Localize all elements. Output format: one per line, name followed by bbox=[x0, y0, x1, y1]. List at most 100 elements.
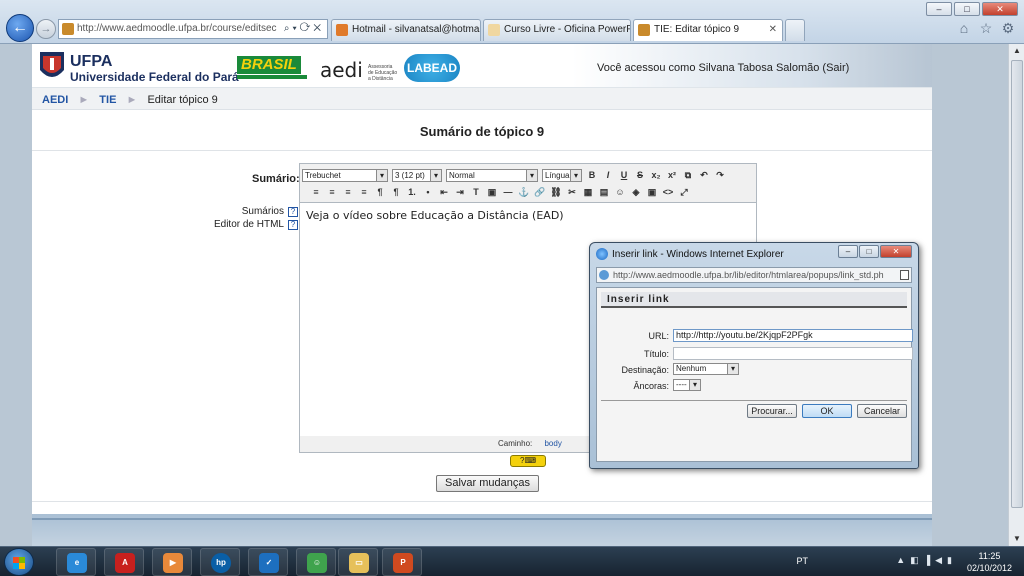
browser-icons: ⌂ ☆ ⚙ bbox=[956, 20, 1016, 36]
url-input[interactable]: http://http://youtu.be/2KjqpF2PFgk bbox=[673, 329, 913, 342]
ufpa-logo-text: UFPA bbox=[70, 53, 113, 70]
close-button[interactable]: ✕ bbox=[982, 2, 1018, 16]
justify-icon[interactable]: ≡ bbox=[358, 186, 370, 198]
style-select[interactable]: Normal bbox=[446, 168, 538, 182]
align-right-icon[interactable]: ≡ bbox=[342, 186, 354, 198]
scroll-down-icon[interactable]: ▼ bbox=[1010, 532, 1024, 546]
subscript-button[interactable]: x₂ bbox=[650, 169, 662, 181]
address-bar[interactable]: http://www.aedmoodle.ufpa.br/course/edit… bbox=[58, 19, 328, 39]
outdent-icon[interactable]: ⇤ bbox=[438, 186, 450, 198]
target-select[interactable]: Nenhum bbox=[673, 363, 739, 375]
align-left-icon[interactable]: ≡ bbox=[310, 186, 322, 198]
taskbar-avira[interactable]: A bbox=[104, 548, 144, 576]
taskbar-messenger[interactable]: ☺ bbox=[296, 548, 336, 576]
fullscreen-icon[interactable]: ⤢ bbox=[678, 186, 690, 198]
nolink-icon[interactable]: ✂ bbox=[566, 186, 578, 198]
size-select[interactable]: 3 (12 pt) bbox=[392, 168, 442, 182]
tab-curso-livre[interactable]: Curso Livre - Oficina PowerPoi... bbox=[483, 19, 631, 41]
safely-remove-icon[interactable]: ◧ bbox=[910, 555, 919, 566]
help-summaries-link[interactable]: Sumários bbox=[242, 206, 284, 217]
help-icon[interactable]: ? bbox=[288, 207, 298, 217]
strikethrough-button[interactable]: S bbox=[634, 169, 646, 181]
dialog-maximize-button[interactable]: □ bbox=[859, 245, 879, 258]
dialog-minimize-button[interactable]: – bbox=[838, 245, 858, 258]
help-icon[interactable]: ? bbox=[288, 220, 298, 230]
insert-image-icon[interactable]: ▦ bbox=[582, 186, 594, 198]
path-body-link[interactable]: body bbox=[544, 439, 561, 448]
taskbar-explorer[interactable]: ▭ bbox=[338, 548, 378, 576]
underline-button[interactable]: U bbox=[618, 169, 630, 181]
vertical-scrollbar[interactable]: ▲ ▼ bbox=[1008, 44, 1024, 546]
undo-icon[interactable]: ↶ bbox=[698, 169, 710, 181]
cancel-button[interactable]: Cancelar bbox=[857, 404, 907, 418]
text-color-icon[interactable]: T bbox=[470, 186, 482, 198]
taskbar-app[interactable]: ✓ bbox=[248, 548, 288, 576]
ok-button[interactable]: OK bbox=[802, 404, 852, 418]
clock-time: 11:25 bbox=[978, 551, 1001, 561]
maximize-button[interactable]: □ bbox=[954, 2, 980, 16]
gear-icon[interactable]: ⚙ bbox=[1000, 20, 1016, 36]
smiley-icon[interactable]: ☺ bbox=[614, 186, 626, 198]
clean-word-icon[interactable]: ⧉ bbox=[682, 169, 694, 181]
font-select[interactable]: Trebuchet bbox=[302, 168, 388, 182]
login-info[interactable]: Você acessou como Silvana Tabosa Salomão… bbox=[597, 62, 849, 74]
forward-arrow-icon[interactable]: → bbox=[36, 19, 56, 39]
avira-tray-icon[interactable]: ▲ bbox=[896, 555, 905, 566]
site-favicon-icon bbox=[62, 23, 74, 35]
network-icon[interactable]: ▐ bbox=[924, 555, 930, 566]
taskbar-ie[interactable]: e bbox=[56, 548, 96, 576]
scroll-up-icon[interactable]: ▲ bbox=[1010, 44, 1024, 58]
title-input[interactable] bbox=[673, 347, 913, 360]
insert-table-icon[interactable]: ▤ bbox=[598, 186, 610, 198]
breadcrumb-tie[interactable]: TIE bbox=[99, 94, 116, 106]
italic-button[interactable]: I bbox=[602, 169, 614, 181]
start-button[interactable] bbox=[4, 548, 34, 576]
close-tab-icon[interactable]: ✕ bbox=[769, 20, 777, 40]
background-color-icon[interactable]: ▣ bbox=[486, 186, 498, 198]
ltr-icon[interactable]: ¶ bbox=[374, 186, 386, 198]
new-tab-button[interactable] bbox=[785, 19, 805, 41]
anchors-select[interactable]: ---- bbox=[673, 379, 701, 391]
scroll-thumb[interactable] bbox=[1011, 60, 1023, 508]
minimize-button[interactable]: – bbox=[926, 2, 952, 16]
browse-button[interactable]: Procurar... bbox=[747, 404, 797, 418]
ordered-list-icon[interactable]: 1. bbox=[406, 186, 418, 198]
link-icon[interactable]: 🔗 bbox=[534, 186, 546, 198]
unordered-list-icon[interactable]: • bbox=[422, 186, 434, 198]
keyboard-icon[interactable]: ?⌨ bbox=[510, 455, 546, 467]
help-html-editor-link[interactable]: Editor de HTML bbox=[214, 219, 284, 230]
taskbar-powerpoint[interactable]: P bbox=[382, 548, 422, 576]
taskbar-hp[interactable]: hp bbox=[200, 548, 240, 576]
home-icon[interactable]: ⌂ bbox=[956, 20, 972, 36]
language-indicator[interactable]: PT bbox=[796, 556, 808, 566]
ie-icon: e bbox=[67, 553, 87, 573]
align-center-icon[interactable]: ≡ bbox=[326, 186, 338, 198]
tab-hotmail[interactable]: Hotmail - silvanatsal@hotmail.... bbox=[331, 19, 481, 41]
bold-button[interactable]: B bbox=[586, 169, 598, 181]
rtl-icon[interactable]: ¶ bbox=[390, 186, 402, 198]
indent-icon[interactable]: ⇥ bbox=[454, 186, 466, 198]
breadcrumb-aedi[interactable]: AEDI bbox=[42, 94, 68, 106]
dialog-close-button[interactable]: ✕ bbox=[880, 245, 912, 258]
signal-icon[interactable]: ▮ bbox=[947, 555, 952, 566]
brasil-logo-stripe bbox=[237, 75, 307, 79]
dialog-address-text: http://www.aedmoodle.ufpa.br/lib/editor/… bbox=[613, 270, 884, 280]
anchors-label: Âncoras: bbox=[633, 381, 669, 391]
redo-icon[interactable]: ↷ bbox=[714, 169, 726, 181]
back-arrow-icon[interactable]: ← bbox=[6, 14, 34, 42]
unlink-icon[interactable]: ⛓ bbox=[550, 186, 562, 198]
address-tools-icon[interactable]: ⌕▾⟳✕ bbox=[284, 20, 324, 38]
horizontal-rule-icon[interactable]: — bbox=[502, 186, 514, 198]
volume-icon[interactable]: ◀ bbox=[935, 555, 942, 566]
html-source-icon[interactable]: <> bbox=[662, 186, 674, 198]
language-select[interactable]: Língua bbox=[542, 168, 582, 182]
superscript-button[interactable]: x² bbox=[666, 169, 678, 181]
anchor-icon[interactable]: ⚓ bbox=[518, 186, 530, 198]
clock[interactable]: 11:25 02/10/2012 bbox=[967, 550, 1012, 574]
save-changes-button[interactable]: Salvar mudanças bbox=[436, 475, 539, 492]
special-char-icon[interactable]: ◈ bbox=[630, 186, 642, 198]
search-replace-icon[interactable]: ▣ bbox=[646, 186, 658, 198]
favorites-star-icon[interactable]: ☆ bbox=[978, 20, 994, 36]
tab-tie-editar[interactable]: TIE: Editar tópico 9 ✕ bbox=[633, 19, 783, 41]
taskbar-media-player[interactable]: ▶ bbox=[152, 548, 192, 576]
